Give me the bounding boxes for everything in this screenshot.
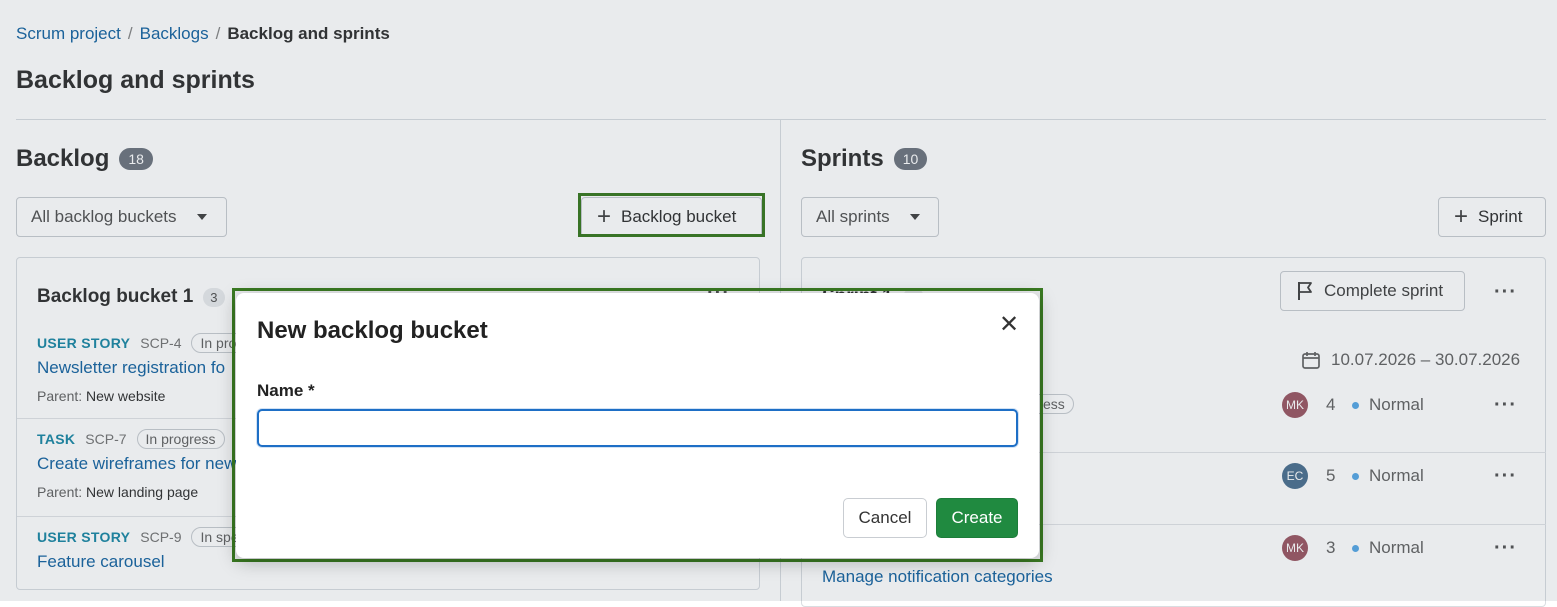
cancel-button[interactable]: Cancel xyxy=(843,498,927,538)
create-button[interactable]: Create xyxy=(936,498,1018,538)
dialog-title: New backlog bucket xyxy=(257,317,488,344)
new-backlog-bucket-dialog: New backlog bucket ✕ Name * Cancel Creat… xyxy=(236,293,1039,558)
close-icon[interactable]: ✕ xyxy=(996,311,1022,338)
name-field-label: Name * xyxy=(257,381,315,400)
name-input[interactable] xyxy=(257,409,1018,447)
